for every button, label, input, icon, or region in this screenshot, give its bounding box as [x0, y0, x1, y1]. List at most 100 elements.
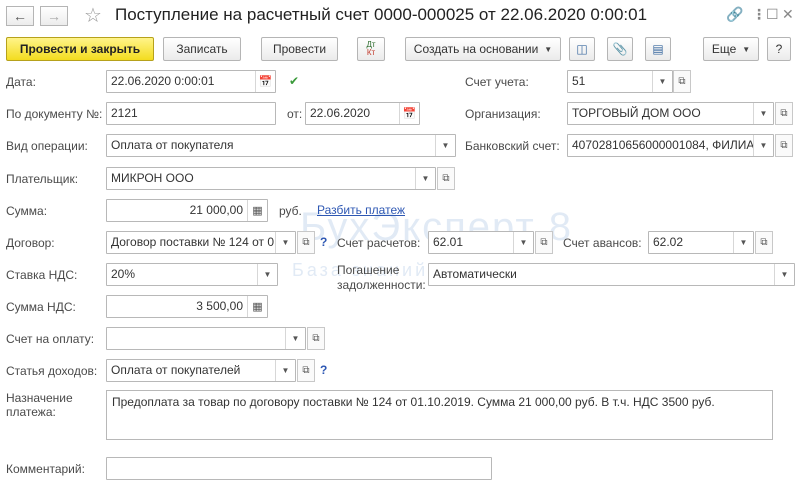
invoice-open-button[interactable]: ⧉: [307, 327, 325, 350]
income-item-value: Оплата от покупателей: [111, 363, 241, 377]
arrow-right-icon: →: [47, 8, 61, 24]
dropdown-arrow-icon[interactable]: ▼: [415, 168, 435, 189]
income-item-label: Статья доходов:: [6, 364, 98, 378]
advance-account-open-button[interactable]: ⧉: [755, 231, 773, 254]
invoice-field[interactable]: ▼: [106, 327, 306, 350]
close-icon[interactable]: ✕: [782, 6, 794, 23]
sum-field[interactable]: 21 000,00 ▦: [106, 199, 268, 222]
open-window-icon: ⧉: [312, 333, 320, 344]
post-button[interactable]: Провести: [261, 37, 338, 61]
payer-label: Плательщик:: [6, 172, 79, 186]
paperclip-icon: 📎: [612, 42, 628, 56]
advance-account-field[interactable]: 62.02 ▼: [648, 231, 754, 254]
bank-account-open-button[interactable]: ⧉: [775, 134, 793, 157]
bank-account-field[interactable]: 40702810656000001084, ФИЛИА ▼: [567, 134, 774, 157]
report-button[interactable]: ▤: [645, 37, 671, 61]
comment-label: Комментарий:: [6, 462, 85, 476]
calendar-icon[interactable]: 📅: [399, 103, 419, 124]
split-payment-link[interactable]: Разбить платеж: [317, 203, 405, 217]
comment-value: [107, 458, 491, 479]
more-button[interactable]: Еще ▼: [703, 37, 759, 61]
calculator-icon[interactable]: ▦: [247, 200, 267, 221]
operation-field[interactable]: Оплата от покупателя ▼: [106, 134, 456, 157]
open-window-icon: ⧉: [678, 76, 686, 87]
dropdown-arrow-icon[interactable]: ▼: [652, 71, 672, 92]
dropdown-arrow-icon[interactable]: ▼: [275, 360, 295, 381]
account-value: 51: [572, 74, 586, 88]
settlement-account-field[interactable]: 62.01 ▼: [428, 231, 534, 254]
structure-button[interactable]: ◫: [569, 37, 595, 61]
more-label: Еще: [711, 42, 737, 56]
comment-field[interactable]: [106, 457, 492, 480]
operation-value: Оплата от покупателя: [111, 138, 234, 152]
dropdown-arrow-icon[interactable]: ▼: [257, 264, 277, 285]
income-help-icon[interactable]: ?: [320, 363, 327, 377]
arrow-left-icon: ←: [13, 8, 27, 24]
calendar-icon[interactable]: 📅: [255, 71, 275, 92]
dropdown-arrow-icon[interactable]: ▼: [733, 232, 753, 253]
bank-account-value: 40702810656000001084, ФИЛИА: [572, 138, 753, 152]
settlement-account-value: 62.01: [433, 235, 464, 249]
contract-help-icon[interactable]: ?: [320, 235, 327, 249]
bank-account-label: Банковский счет:: [465, 139, 560, 153]
vat-rate-field[interactable]: 20% ▼: [106, 263, 278, 286]
debt-repayment-label-line1: Погашение: [337, 263, 400, 277]
organization-value: ТОРГОВЫЙ ДОМ ООО: [572, 106, 701, 120]
organization-open-button[interactable]: ⧉: [775, 102, 793, 125]
account-field[interactable]: 51 ▼: [567, 70, 673, 93]
help-button[interactable]: ?: [767, 37, 791, 61]
from-date-field[interactable]: 22.06.2020 📅: [305, 102, 420, 125]
vat-sum-label: Сумма НДС:: [6, 300, 76, 314]
dropdown-arrow-icon[interactable]: ▼: [435, 135, 455, 156]
dropdown-arrow-icon[interactable]: ▼: [774, 264, 794, 285]
income-item-open-button[interactable]: ⧉: [297, 359, 315, 382]
open-window-icon: ⧉: [780, 108, 788, 119]
date-field[interactable]: 22.06.2020 0:00:01 📅: [106, 70, 276, 93]
dropdown-arrow-icon[interactable]: ▼: [753, 135, 773, 156]
menu-dots-icon[interactable]: ⋮: [752, 6, 766, 23]
attach-file-button[interactable]: 📎: [607, 37, 633, 61]
vat-sum-field[interactable]: 3 500,00 ▦: [106, 295, 268, 318]
purpose-label-line2: платежа:: [6, 405, 56, 419]
settlement-account-open-button[interactable]: ⧉: [535, 231, 553, 254]
doc-number-field[interactable]: 2121: [106, 102, 276, 125]
favorite-star-icon[interactable]: ☆: [84, 3, 102, 28]
open-window-icon: ⧉: [780, 140, 788, 151]
contract-open-button[interactable]: ⧉: [297, 231, 315, 254]
payer-open-button[interactable]: ⧉: [437, 167, 455, 190]
back-button[interactable]: ←: [6, 6, 34, 26]
contract-label: Договор:: [6, 236, 55, 250]
debt-repayment-field[interactable]: Автоматически ▼: [428, 263, 795, 286]
dropdown-arrow-icon[interactable]: ▼: [513, 232, 533, 253]
dropdown-arrow-icon[interactable]: ▼: [285, 328, 305, 349]
create-based-on-button[interactable]: Создать на основании ▼: [405, 37, 561, 61]
open-window-icon: ⧉: [302, 365, 310, 376]
settlement-account-label: Счет расчетов:: [337, 236, 421, 250]
calculator-icon[interactable]: ▦: [247, 296, 267, 317]
document-list-icon: ▤: [652, 42, 664, 56]
forward-button[interactable]: →: [40, 6, 68, 26]
link-icon[interactable]: 🔗: [726, 6, 743, 23]
dropdown-arrow-icon[interactable]: ▼: [753, 103, 773, 124]
from-date-value: 22.06.2020: [310, 106, 371, 120]
save-button[interactable]: Записать: [163, 37, 241, 61]
purpose-label-line1: Назначение: [6, 391, 73, 405]
income-item-field[interactable]: Оплата от покупателей ▼: [106, 359, 296, 382]
hierarchy-icon: ◫: [576, 42, 588, 56]
invoice-value: [107, 328, 285, 349]
post-and-close-button[interactable]: Провести и закрыть: [6, 37, 154, 61]
dt-kt-button[interactable]: Дт Кт: [357, 37, 385, 61]
vat-rate-value: 20%: [111, 267, 136, 281]
invoice-label: Счет на оплату:: [6, 332, 95, 346]
operation-label: Вид операции:: [6, 139, 88, 153]
open-window-icon: ⧉: [760, 237, 768, 248]
maximize-icon[interactable]: ☐: [766, 6, 779, 23]
contract-field[interactable]: Договор поставки № 124 от 0 ▼: [106, 231, 296, 254]
status-check-icon[interactable]: ✔: [289, 74, 299, 88]
purpose-textarea[interactable]: Предоплата за товар по договору поставки…: [106, 390, 773, 440]
dropdown-arrow-icon[interactable]: ▼: [275, 232, 295, 253]
payer-field[interactable]: МИКРОН ООО ▼: [106, 167, 436, 190]
organization-field[interactable]: ТОРГОВЫЙ ДОМ ООО ▼: [567, 102, 774, 125]
account-open-button[interactable]: ⧉: [673, 70, 691, 93]
contract-value: Договор поставки № 124 от 0: [111, 235, 274, 249]
